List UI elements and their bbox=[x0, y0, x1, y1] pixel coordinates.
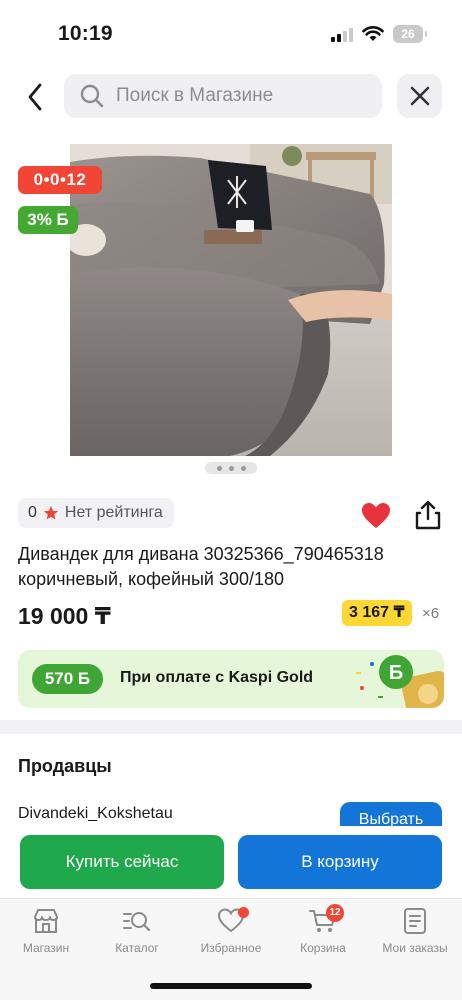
favorites-dot bbox=[238, 907, 249, 918]
back-button[interactable] bbox=[20, 80, 50, 114]
kaspi-gold-banner[interactable]: 570 Б При оплате с Kaspi Gold Б bbox=[18, 650, 444, 708]
section-divider bbox=[0, 720, 462, 734]
home-indicator[interactable] bbox=[150, 983, 312, 989]
search-placeholder: Поиск в Магазине bbox=[116, 85, 274, 106]
purchase-actions: Купить сейчас В корзину bbox=[0, 826, 462, 898]
close-button[interactable] bbox=[397, 74, 442, 118]
installment-price[interactable]: 3 167 ₸ bbox=[342, 600, 412, 626]
close-icon bbox=[410, 86, 429, 106]
chevron-left-icon bbox=[28, 83, 42, 111]
wifi-icon bbox=[362, 26, 384, 41]
sofa-cover-photo bbox=[70, 144, 392, 456]
tab-label: Магазин bbox=[22, 941, 70, 955]
search-icon bbox=[80, 84, 104, 108]
kaspi-gold-text: При оплате с Kaspi Gold bbox=[120, 669, 314, 686]
shop-icon bbox=[34, 909, 58, 933]
bonus-badge: 3% Б bbox=[18, 206, 78, 234]
orders-icon bbox=[404, 908, 426, 934]
timer-badge: 0•0•12 bbox=[18, 166, 102, 194]
gallery-dot bbox=[228, 465, 234, 471]
tab-shop[interactable]: Магазин bbox=[1, 907, 91, 963]
tab-label: Корзина bbox=[300, 941, 346, 955]
product-price: 19 000 ₸ bbox=[18, 603, 111, 629]
heart-filled-icon bbox=[362, 503, 390, 528]
search-input[interactable]: Поиск в Магазине bbox=[64, 74, 382, 118]
product-image[interactable] bbox=[70, 144, 392, 456]
status-bar: 10:19 26 bbox=[0, 0, 462, 62]
rating-chip[interactable]: 0 Нет рейтинга bbox=[18, 498, 174, 528]
tab-label: Избранное bbox=[200, 941, 262, 955]
cart-count-badge: 12 bbox=[326, 904, 344, 922]
tab-label: Мои заказы bbox=[382, 941, 448, 955]
gallery-dot bbox=[240, 465, 246, 471]
gallery-pagination[interactable] bbox=[205, 462, 257, 474]
share-icon bbox=[415, 500, 441, 530]
buy-now-button[interactable]: Купить сейчас bbox=[20, 835, 224, 889]
catalog-search-icon bbox=[123, 912, 151, 932]
status-time: 10:19 bbox=[58, 22, 113, 45]
tab-label: Каталог bbox=[115, 941, 159, 955]
tab-favorites[interactable]: Избранное bbox=[186, 907, 276, 963]
share-button[interactable] bbox=[414, 500, 442, 530]
tab-orders[interactable]: Мои заказы bbox=[370, 907, 460, 963]
sellers-heading: Продавцы bbox=[18, 756, 112, 776]
cell-signal-icon bbox=[331, 28, 353, 42]
battery-indicator: 26 bbox=[393, 25, 427, 43]
installment-times: ×6 bbox=[422, 605, 440, 622]
tab-catalog[interactable]: Каталог bbox=[92, 907, 182, 963]
bonus-pill: 570 Б bbox=[32, 664, 103, 694]
svg-text:Б: Б bbox=[389, 662, 403, 684]
rating-text: Нет рейтинга bbox=[64, 504, 163, 521]
favorite-button[interactable] bbox=[361, 502, 391, 530]
star-icon bbox=[43, 506, 58, 520]
seller-name[interactable]: Divandeki_Kokshetau bbox=[18, 805, 173, 823]
product-title: Дивандек для дивана 30325366_790465318 к… bbox=[18, 544, 384, 589]
tab-cart[interactable]: 12 Корзина bbox=[278, 904, 368, 963]
gallery-dot bbox=[216, 465, 222, 471]
product-screen: 10:19 26 Поиск в Магазине 0•0•12 3% Б 0 … bbox=[0, 0, 462, 1000]
add-to-cart-button[interactable]: В корзину bbox=[238, 835, 442, 889]
rating-count: 0 bbox=[28, 504, 37, 521]
kaspi-gold-card-icon: Б bbox=[356, 655, 444, 708]
